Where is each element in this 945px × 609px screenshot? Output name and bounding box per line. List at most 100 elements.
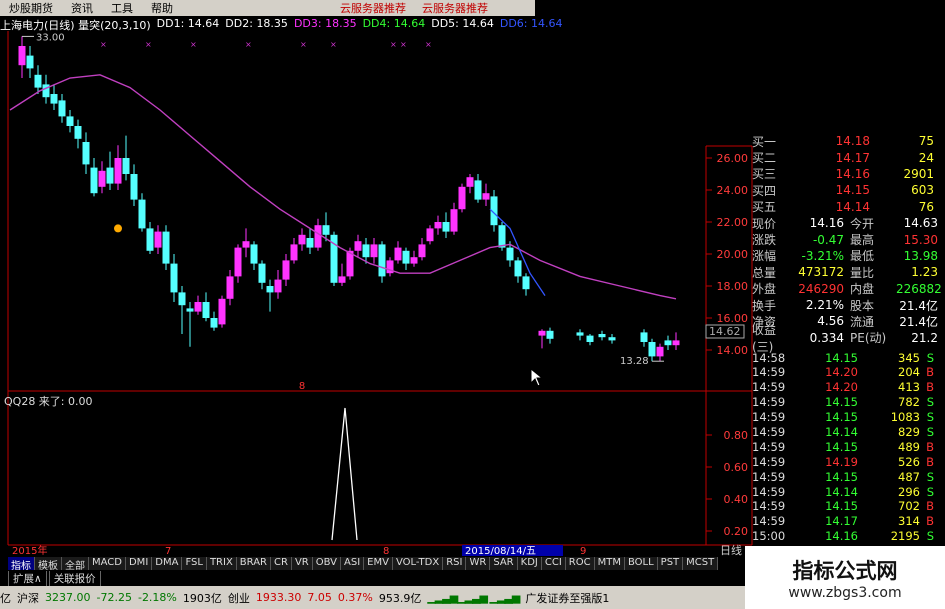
tab-macd[interactable]: MACD <box>89 557 126 570</box>
bid-label: 买一 <box>752 134 777 149</box>
tab-指标[interactable]: 指标 <box>8 557 35 572</box>
tab-fsl[interactable]: FSL <box>182 557 207 570</box>
menu-item-news[interactable]: 资讯 <box>62 0 102 16</box>
bid-volume: 76 <box>918 199 934 214</box>
tab-boll[interactable]: BOLL <box>624 557 658 570</box>
menu-item-trading[interactable]: 炒股期货 <box>0 0 62 16</box>
bid-volume: 2901 <box>903 166 934 181</box>
trade-price: 14.15 <box>825 410 858 425</box>
stat-value: 4.56 <box>817 314 844 329</box>
candle-down <box>90 167 98 194</box>
candle-up <box>314 225 322 248</box>
bid-row: 买五 14.14 76 <box>752 199 938 215</box>
sh-index-label[interactable]: 沪深 <box>17 590 39 606</box>
high-price-label: 33.00 <box>36 32 65 43</box>
tab-wr[interactable]: WR <box>466 557 491 570</box>
tab-模板[interactable]: 模板 <box>35 557 62 572</box>
tab-obv[interactable]: OBV <box>312 557 341 570</box>
bid-volume: 75 <box>918 134 934 149</box>
tab-sar[interactable]: SAR <box>490 557 518 570</box>
tab-cci[interactable]: CCI <box>541 557 566 570</box>
candle-down <box>546 330 554 339</box>
status-prefix: 亿 <box>0 591 11 605</box>
candle-down <box>178 292 186 306</box>
stat-row: 外盘 246290 内盘 226882 <box>752 281 942 297</box>
trade-price: 14.19 <box>825 454 858 469</box>
tab-dmi[interactable]: DMI <box>125 557 153 570</box>
sh-index-value: 3237.00 <box>45 591 91 604</box>
candle-down <box>598 334 606 338</box>
candle-down <box>170 263 178 293</box>
signal-star-icon: × <box>390 40 397 49</box>
tab-rsi[interactable]: RSI <box>443 557 467 570</box>
trade-volume: 204 <box>898 365 920 380</box>
tab-全部[interactable]: 全部 <box>62 557 89 572</box>
stat-value: -0.47 <box>812 232 844 247</box>
trade-side: B <box>926 439 934 454</box>
candle-down <box>258 263 266 283</box>
tab-emv[interactable]: EMV <box>364 557 393 570</box>
indicator-line <box>331 407 358 541</box>
price-tick-label: 18.00 <box>717 280 749 293</box>
trade-row: 14:59 14.20 204 B <box>752 365 938 380</box>
site-watermark: 指标公式网 www.zbgs3.com <box>745 546 945 609</box>
dd6-value: DD6: 14.64 <box>499 17 563 30</box>
trade-price: 14.14 <box>825 484 858 499</box>
indicator-tabs: 指标 模板 全部 MACD DMI DMA FSL TRIX BRAR CR VR OBV ASI EMV… <box>8 557 719 572</box>
candle-down <box>498 225 506 248</box>
signal-strength-icon: ▁▂▃▅▁▂▃▅ ▁▂▃▅ <box>427 591 520 604</box>
tab-trix[interactable]: TRIX <box>206 557 237 570</box>
trade-time: 14:59 <box>752 380 786 395</box>
tab-mtm[interactable]: MTM <box>594 557 625 570</box>
trade-volume: 296 <box>898 484 920 499</box>
signal-dot-icon <box>114 224 122 233</box>
menu-ad-link[interactable]: 云服务器推荐 <box>414 0 496 16</box>
candle-up <box>426 228 434 242</box>
tab-asi[interactable]: ASI <box>341 557 365 570</box>
stat-value: 14.16 <box>809 216 844 231</box>
tab-vol-tdx[interactable]: VOL-TDX <box>392 557 444 570</box>
candle-up <box>234 247 242 277</box>
menu-item-help[interactable]: 帮助 <box>142 0 182 16</box>
candle-down <box>378 244 386 277</box>
trade-side: S <box>926 350 934 365</box>
dd2-value: DD2: 18.35 <box>225 17 288 30</box>
dd5-value: DD5: 14.64 <box>431 17 494 30</box>
subtab-0[interactable]: 扩展∧ <box>8 571 47 587</box>
trade-side: B <box>926 454 934 469</box>
stat-row: 换手 2.21% 股本 21.4亿 <box>752 297 938 313</box>
trade-volume: 782 <box>898 395 920 410</box>
candle-down <box>162 231 170 264</box>
candle-down <box>58 100 66 117</box>
sh-index-change: -72.25 <box>96 591 132 604</box>
tab-vr[interactable]: VR <box>291 557 313 570</box>
subtab-1[interactable]: 关联报价 <box>48 571 101 587</box>
candle-up <box>114 158 122 184</box>
candle-down <box>322 225 330 235</box>
indicator-tick-label: 0.60 <box>724 461 749 474</box>
stat-value: 21.4亿 <box>899 315 938 329</box>
tab-pst[interactable]: PST <box>657 557 684 570</box>
bid-label: 买三 <box>752 167 777 182</box>
trade-row: 14:59 14.14 829 S <box>752 425 938 440</box>
menu-item-tools[interactable]: 工具 <box>102 0 142 16</box>
stat-label: 量比 <box>850 265 875 280</box>
bid-price: 14.15 <box>835 183 870 198</box>
signal-star-icon: × <box>100 40 107 49</box>
tab-brar[interactable]: BRAR <box>236 557 271 570</box>
stat-row: 涨幅 -3.21% 最低 13.98 <box>752 248 938 264</box>
tab-roc[interactable]: ROC <box>565 557 595 570</box>
bid-row: 买二 14.17 24 <box>752 149 938 166</box>
candle-up <box>672 340 680 346</box>
stat-value: 226882 <box>896 281 942 296</box>
menu-ad-link[interactable]: 云服务器推荐 <box>332 0 414 16</box>
tab-kdj[interactable]: KDJ <box>517 557 542 570</box>
stat-value: 15.30 <box>903 232 938 247</box>
trade-volume: 413 <box>898 380 920 395</box>
tab-dma[interactable]: DMA <box>152 557 183 570</box>
tab-mcst[interactable]: MCST <box>683 557 719 570</box>
cy-index-label[interactable]: 创业 <box>228 590 250 606</box>
tab-cr[interactable]: CR <box>271 557 292 570</box>
trade-row: 14:59 14.15 702 B <box>752 499 938 514</box>
trade-time: 14:58 <box>752 350 786 365</box>
